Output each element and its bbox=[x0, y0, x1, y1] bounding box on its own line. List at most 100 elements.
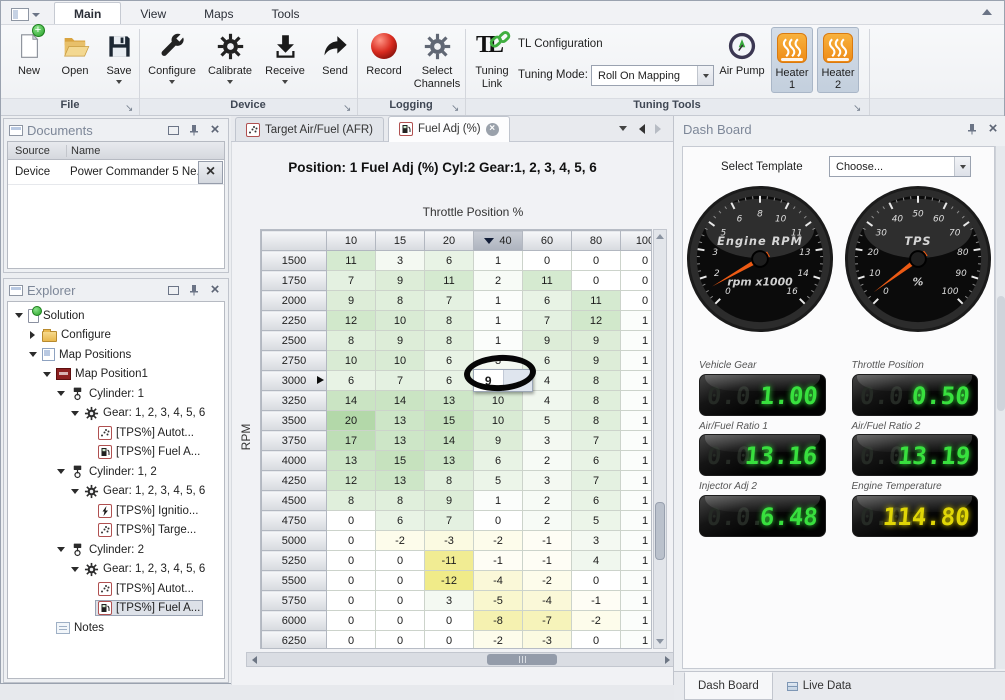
tree-item-tps-autot[interactable]: [TPS%] Autot... bbox=[8, 579, 224, 599]
tree-item-notes[interactable]: Notes bbox=[8, 618, 224, 638]
scroll-down-icon[interactable] bbox=[654, 635, 666, 648]
row-header-1500[interactable]: 1500 bbox=[262, 251, 327, 271]
row-header-4750[interactable]: 4750 bbox=[262, 511, 327, 531]
grid-cell[interactable]: 5 bbox=[572, 511, 621, 531]
grid-cell[interactable]: 13 bbox=[425, 451, 474, 471]
row-header-2500[interactable]: 2500 bbox=[262, 331, 327, 351]
row-header-4250[interactable]: 4250 bbox=[262, 471, 327, 491]
grid-cell-clipped[interactable]: 1 bbox=[621, 531, 653, 551]
tree-item-gear-1-2-3-4-5-6[interactable]: Gear: 1, 2, 3, 4, 5, 6 bbox=[8, 404, 224, 424]
grid-cell[interactable]: 7 bbox=[425, 511, 474, 531]
grid-cell[interactable]: 10 bbox=[474, 391, 523, 411]
grid-cell[interactable]: 0 bbox=[572, 251, 621, 271]
grid-cell[interactable]: -1 bbox=[572, 591, 621, 611]
dialog-launcher-icon[interactable]: ↘ bbox=[343, 103, 351, 114]
grid-cell[interactable]: 3 bbox=[523, 471, 572, 491]
expander-open-icon[interactable] bbox=[68, 411, 81, 416]
grid-cell[interactable]: 6 bbox=[572, 451, 621, 471]
grid-cell[interactable]: 0 bbox=[376, 571, 425, 591]
restore-icon[interactable] bbox=[165, 283, 181, 297]
tuning-mode-dropdown[interactable]: Roll On Mapping bbox=[591, 65, 714, 86]
scrollbar-thumb[interactable] bbox=[487, 654, 557, 665]
grid-cell[interactable]: 14 bbox=[376, 391, 425, 411]
tuning-link-button[interactable]: Tuning Link bbox=[469, 28, 515, 98]
grid-cell[interactable]: 1 bbox=[474, 331, 523, 351]
grid-cell[interactable]: 0 bbox=[327, 511, 376, 531]
grid-cell[interactable]: 6 bbox=[474, 451, 523, 471]
col-header-100[interactable]: 100 bbox=[621, 231, 653, 251]
grid-cell[interactable]: 15 bbox=[425, 411, 474, 431]
expander-open-icon[interactable] bbox=[54, 391, 67, 396]
quick-access-toolbar[interactable] bbox=[11, 8, 40, 21]
new-button[interactable]: New bbox=[7, 28, 51, 98]
ribbon-tab-maps[interactable]: Maps bbox=[185, 3, 252, 24]
grid-cell[interactable]: 0 bbox=[523, 251, 572, 271]
grid-cell[interactable]: 9 bbox=[425, 491, 474, 511]
grid-cell[interactable]: -3 bbox=[425, 531, 474, 551]
grid-cell[interactable]: 1 bbox=[474, 491, 523, 511]
vertical-scrollbar[interactable] bbox=[653, 229, 667, 649]
save-button[interactable]: Save bbox=[97, 28, 141, 98]
grid-cell[interactable]: 7 bbox=[425, 291, 474, 311]
grid-cell[interactable]: 13 bbox=[376, 411, 425, 431]
grid-cell[interactable]: 9 bbox=[523, 331, 572, 351]
grid-cell[interactable]: 0 bbox=[572, 571, 621, 591]
grid-cell-clipped[interactable]: 1 bbox=[621, 471, 653, 491]
expander-open-icon[interactable] bbox=[54, 547, 67, 552]
grid-cell[interactable]: 9 bbox=[327, 291, 376, 311]
grid-cell[interactable]: 3 bbox=[376, 251, 425, 271]
grid-cell-clipped[interactable]: 0 bbox=[621, 251, 653, 271]
tree-item-cylinder-1-2[interactable]: Cylinder: 1, 2 bbox=[8, 462, 224, 482]
tl-configuration-label[interactable]: TL Configuration bbox=[518, 38, 603, 50]
grid-cell[interactable]: 0 bbox=[425, 611, 474, 631]
grid-cell[interactable]: 2 bbox=[523, 451, 572, 471]
grid-cell[interactable]: 0 bbox=[376, 591, 425, 611]
pin-icon[interactable] bbox=[186, 123, 202, 137]
row-header-3750[interactable]: 3750 bbox=[262, 431, 327, 451]
grid-cell[interactable]: 6 bbox=[425, 251, 474, 271]
grid-cell[interactable]: 15 bbox=[376, 451, 425, 471]
grid-cell[interactable]: 1 bbox=[474, 251, 523, 271]
horizontal-scrollbar[interactable] bbox=[246, 652, 676, 667]
col-header-10[interactable]: 10 bbox=[327, 231, 376, 251]
grid-cell[interactable]: 0 bbox=[572, 271, 621, 291]
tree-item-tps-targe[interactable]: [TPS%] Targe... bbox=[8, 521, 224, 541]
row-header-2000[interactable]: 2000 bbox=[262, 291, 327, 311]
row-header-5750[interactable]: 5750 bbox=[262, 591, 327, 611]
expander-open-icon[interactable] bbox=[12, 313, 25, 318]
grid-cell-clipped[interactable]: 1 bbox=[621, 491, 653, 511]
grid-cell-clipped[interactable]: 1 bbox=[621, 371, 653, 391]
grid-cell[interactable]: 8 bbox=[425, 311, 474, 331]
tree-item-tps-ignitio[interactable]: [TPS%] Ignitio... bbox=[8, 501, 224, 521]
grid-cell[interactable]: -11 bbox=[425, 551, 474, 571]
grid-cell-clipped[interactable]: 1 bbox=[621, 411, 653, 431]
grid-cell[interactable]: 2 bbox=[474, 271, 523, 291]
tree-item-solution[interactable]: Solution bbox=[8, 306, 224, 326]
grid-cell[interactable]: 9 bbox=[572, 331, 621, 351]
scroll-tabs-right-icon[interactable] bbox=[655, 124, 661, 134]
grid-cell[interactable]: 8 bbox=[327, 331, 376, 351]
row-header-6250[interactable]: 6250 bbox=[262, 631, 327, 650]
grid-cell[interactable]: 20 bbox=[327, 411, 376, 431]
open-button[interactable]: Open bbox=[53, 28, 97, 98]
grid-cell-clipped[interactable]: 1 bbox=[621, 571, 653, 591]
configure-button[interactable]: Configure bbox=[145, 28, 199, 98]
grid-cell-clipped[interactable]: 1 bbox=[621, 511, 653, 531]
tree-item-cylinder-1[interactable]: Cylinder: 1 bbox=[8, 384, 224, 404]
document-row[interactable]: Device Power Commander 5 Ne... bbox=[8, 160, 224, 185]
tree-item-gear-1-2-3-4-5-6[interactable]: Gear: 1, 2, 3, 4, 5, 6 bbox=[8, 560, 224, 580]
expander-open-icon[interactable] bbox=[54, 469, 67, 474]
row-header-1750[interactable]: 1750 bbox=[262, 271, 327, 291]
heater-2-button[interactable]: Heater 2 bbox=[817, 27, 859, 93]
row-header-3500[interactable]: 3500 bbox=[262, 411, 327, 431]
grid-cell[interactable]: 1 bbox=[474, 291, 523, 311]
grid-cell[interactable]: 17 bbox=[327, 431, 376, 451]
row-header-5500[interactable]: 5500 bbox=[262, 571, 327, 591]
col-header-60[interactable]: 60 bbox=[523, 231, 572, 251]
grid-cell[interactable]: 10 bbox=[376, 311, 425, 331]
restore-icon[interactable] bbox=[165, 123, 181, 137]
grid-cell[interactable]: 0 bbox=[376, 631, 425, 650]
grid-cell[interactable]: 6 bbox=[572, 491, 621, 511]
grid-cell[interactable]: 5 bbox=[474, 471, 523, 491]
row-header-4500[interactable]: 4500 bbox=[262, 491, 327, 511]
